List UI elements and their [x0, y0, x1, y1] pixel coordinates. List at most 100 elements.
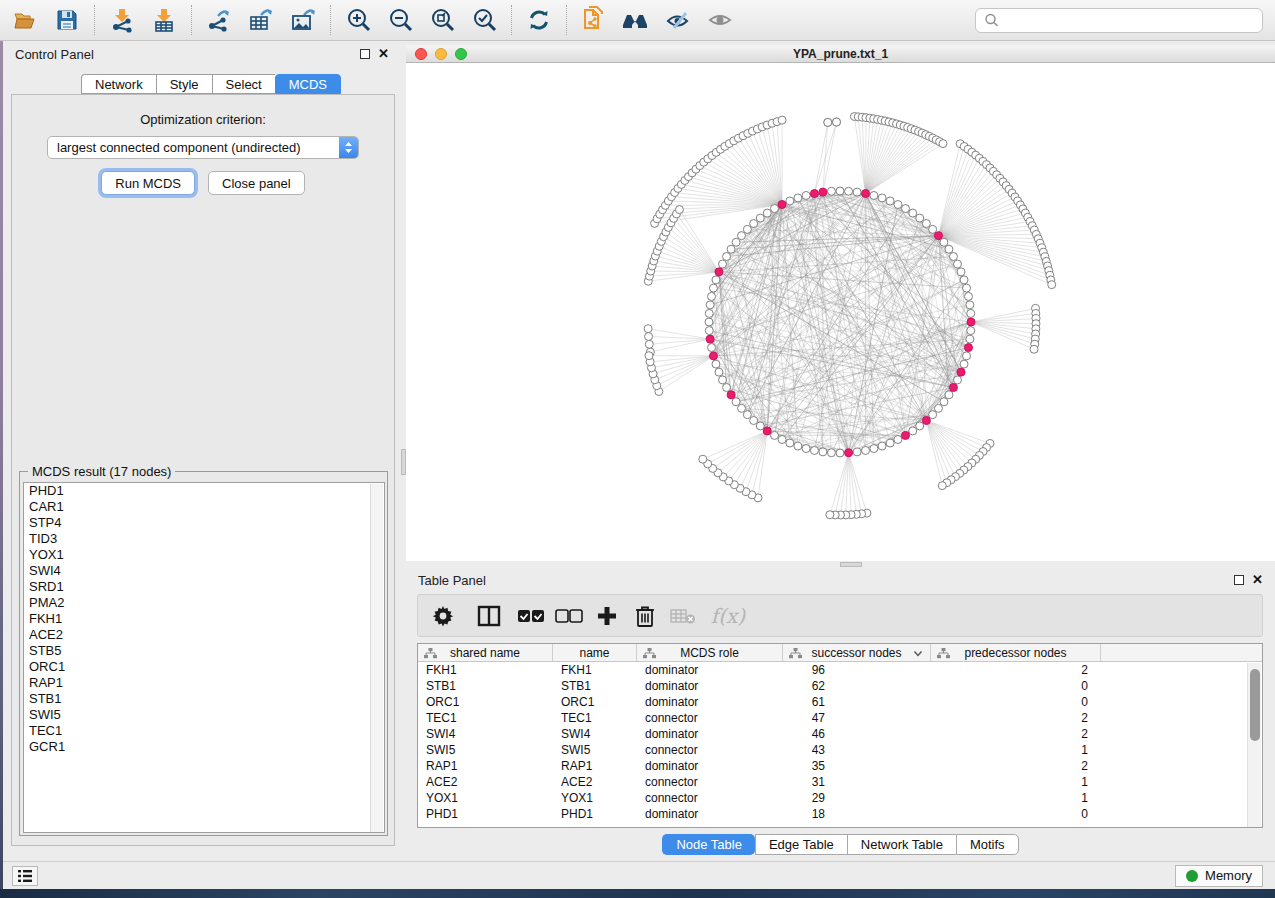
network-node[interactable]: [949, 253, 957, 261]
table-scrollbar[interactable]: [1247, 663, 1261, 828]
network-node[interactable]: [778, 435, 786, 443]
network-node[interactable]: [878, 442, 886, 450]
network-node-dominator[interactable]: [862, 190, 870, 198]
network-node[interactable]: [732, 398, 740, 406]
network-node[interactable]: [922, 220, 930, 228]
network-node[interactable]: [706, 301, 714, 309]
network-node[interactable]: [960, 360, 968, 368]
network-node[interactable]: [945, 391, 953, 399]
network-node[interactable]: [699, 455, 707, 463]
add-column-button[interactable]: [588, 605, 626, 627]
network-node[interactable]: [794, 194, 802, 202]
tab-select[interactable]: Select: [212, 74, 275, 94]
close-panel-icon[interactable]: ✕: [378, 49, 389, 59]
mcds-list-scrollbar[interactable]: [370, 484, 383, 833]
network-node[interactable]: [845, 187, 853, 195]
mcds-result-item[interactable]: GCR1: [24, 739, 384, 755]
network-node[interactable]: [934, 404, 942, 412]
network-node[interactable]: [870, 191, 878, 199]
network-node[interactable]: [719, 260, 727, 268]
network-node[interactable]: [967, 327, 975, 335]
zoom-in-button[interactable]: [337, 3, 379, 37]
network-node[interactable]: [645, 352, 653, 360]
network-node[interactable]: [853, 448, 861, 456]
table-row[interactable]: PHD1PHD1dominator180: [418, 806, 1262, 822]
table-row[interactable]: SWI4SWI4dominator462: [418, 726, 1262, 742]
table-row[interactable]: ACE2ACE2connector311: [418, 774, 1262, 790]
network-node[interactable]: [778, 116, 786, 124]
network-node[interactable]: [853, 188, 861, 196]
network-node[interactable]: [712, 360, 720, 368]
network-node-dominator[interactable]: [778, 201, 786, 209]
table-row[interactable]: STB1STB1dominator620: [418, 678, 1262, 694]
export-table-button[interactable]: [240, 3, 282, 37]
save-session-button[interactable]: [46, 3, 88, 37]
table-close-icon[interactable]: ✕: [1252, 575, 1263, 585]
network-node-dominator[interactable]: [949, 384, 957, 392]
search-network-button[interactable]: [615, 3, 657, 37]
table-row[interactable]: ORC1ORC1dominator610: [418, 694, 1262, 710]
tab-network-table[interactable]: Network Table: [847, 834, 956, 855]
network-node[interactable]: [738, 404, 746, 412]
table-row[interactable]: RAP1RAP1dominator352: [418, 758, 1262, 774]
network-node-dominator[interactable]: [964, 344, 972, 352]
network-node[interactable]: [833, 118, 841, 126]
mcds-result-item[interactable]: RAP1: [24, 675, 384, 691]
network-node[interactable]: [802, 191, 810, 199]
network-node[interactable]: [810, 446, 818, 454]
network-node-dominator[interactable]: [819, 188, 827, 196]
network-node[interactable]: [963, 352, 971, 360]
table-row[interactable]: TEC1TEC1connector472: [418, 710, 1262, 726]
network-node[interactable]: [794, 442, 802, 450]
network-node[interactable]: [886, 197, 894, 205]
select-all-button[interactable]: [512, 608, 550, 624]
network-node[interactable]: [709, 284, 717, 292]
network-node[interactable]: [644, 325, 652, 333]
network-node[interactable]: [675, 206, 683, 214]
network-node[interactable]: [786, 439, 794, 447]
network-node[interactable]: [940, 238, 948, 246]
network-node[interactable]: [916, 422, 924, 430]
column-header-predecessor-nodes[interactable]: predecessor nodes: [931, 644, 1101, 661]
network-node[interactable]: [939, 140, 947, 148]
mcds-result-item[interactable]: SWI5: [24, 707, 384, 723]
network-node[interactable]: [705, 327, 713, 335]
network-node-dominator[interactable]: [706, 335, 714, 343]
network-node-dominator[interactable]: [967, 318, 975, 326]
network-node[interactable]: [738, 232, 746, 240]
network-node[interactable]: [645, 340, 653, 348]
tab-motifs[interactable]: Motifs: [956, 834, 1019, 855]
network-node[interactable]: [966, 301, 974, 309]
mcds-result-item[interactable]: FKH1: [24, 611, 384, 627]
mcds-result-item[interactable]: TEC1: [24, 723, 384, 739]
delete-column-button[interactable]: [626, 605, 664, 627]
export-image-button[interactable]: [282, 3, 324, 37]
refresh-button[interactable]: [518, 3, 560, 37]
network-node[interactable]: [929, 225, 937, 233]
network-node[interactable]: [957, 268, 965, 276]
network-node[interactable]: [836, 449, 844, 457]
import-table-button[interactable]: [143, 3, 185, 37]
network-node-dominator[interactable]: [810, 190, 818, 198]
function-builder-button[interactable]: f(x): [702, 604, 754, 628]
network-node-dominator[interactable]: [715, 268, 723, 276]
network-node[interactable]: [902, 205, 910, 213]
network-node[interactable]: [886, 439, 894, 447]
network-node[interactable]: [802, 445, 810, 453]
network-node[interactable]: [878, 194, 886, 202]
zoom-selected-button[interactable]: [463, 3, 505, 37]
column-header-name[interactable]: name: [553, 644, 637, 661]
network-node[interactable]: [732, 238, 740, 246]
network-node[interactable]: [771, 431, 779, 439]
column-header-MCDS-role[interactable]: MCDS role: [637, 644, 783, 661]
network-node[interactable]: [712, 276, 720, 284]
network-node[interactable]: [786, 197, 794, 205]
network-node[interactable]: [960, 276, 968, 284]
network-node[interactable]: [894, 201, 902, 209]
network-node[interactable]: [827, 187, 835, 195]
network-node[interactable]: [870, 445, 878, 453]
network-node-dominator[interactable]: [845, 449, 853, 457]
mcds-result-item[interactable]: YOX1: [24, 547, 384, 563]
network-node[interactable]: [743, 411, 751, 419]
column-header-shared-name[interactable]: shared name: [418, 644, 553, 661]
